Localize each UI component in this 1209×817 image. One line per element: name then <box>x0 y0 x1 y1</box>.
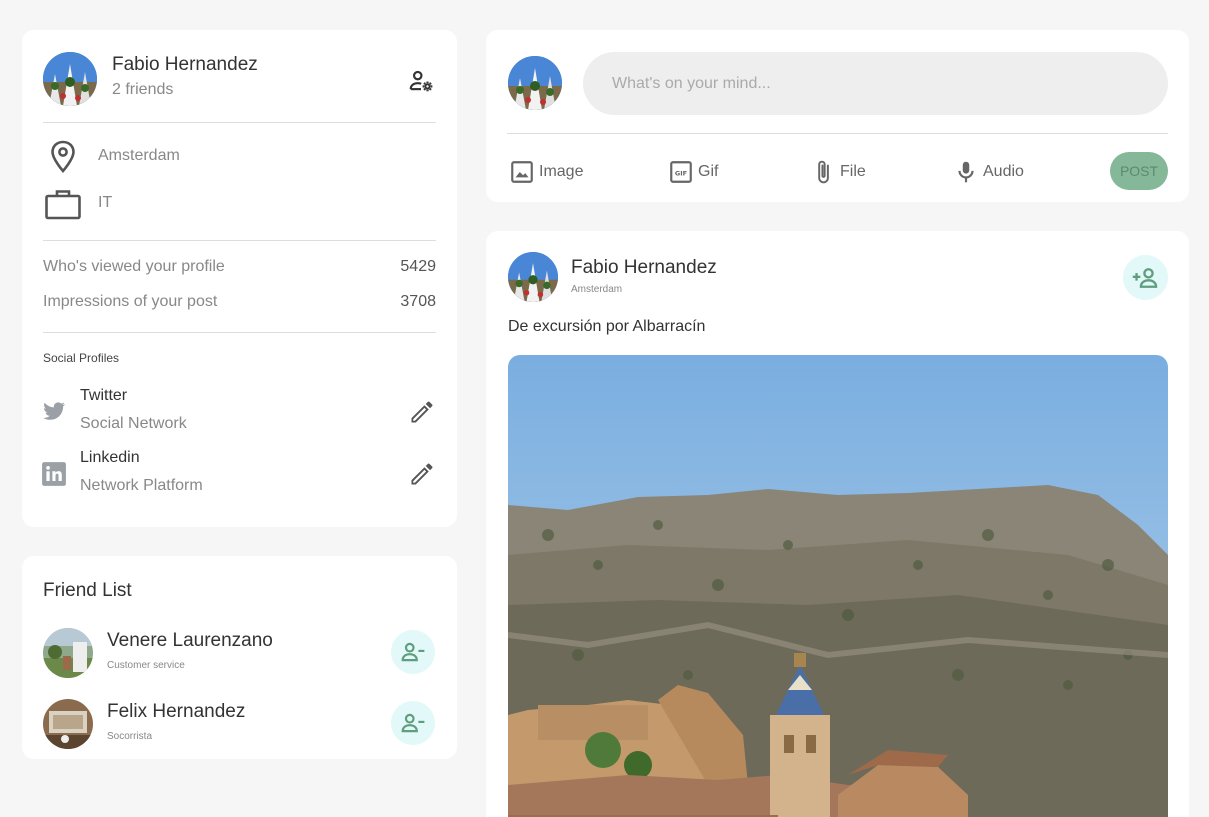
post-author[interactable]: Fabio Hernandez <box>571 257 717 279</box>
profile-views-value: 5429 <box>400 258 436 275</box>
post-input[interactable] <box>583 52 1168 115</box>
post-image[interactable] <box>508 355 1168 817</box>
attach-file-button[interactable]: File <box>810 158 866 186</box>
attach-gif-button[interactable]: GIF Gif <box>668 158 718 186</box>
person-remove-icon <box>401 642 425 662</box>
post-impressions-value: 3708 <box>400 293 436 310</box>
attach-audio-label: Audio <box>983 163 1024 180</box>
edit-pencil-icon[interactable] <box>408 398 436 426</box>
manage-account-icon[interactable] <box>408 68 434 94</box>
friend-list-card: Friend List Venere Laurenzano Customer s… <box>22 556 457 759</box>
linkedin-icon <box>42 462 66 486</box>
twitter-icon <box>43 402 66 420</box>
social-linkedin-name[interactable]: Linkedin <box>80 449 140 467</box>
divider <box>43 240 436 241</box>
remove-friend-button[interactable] <box>391 701 435 745</box>
microphone-icon <box>958 161 974 183</box>
divider <box>507 133 1168 134</box>
social-twitter-type: Social Network <box>80 415 187 432</box>
post-card: Fabio Hernandez Amsterdam De excursión p… <box>486 231 1189 817</box>
add-friend-button[interactable] <box>1123 255 1168 300</box>
friend-role: Socorrista <box>107 731 153 742</box>
occupation-text: IT <box>98 194 113 211</box>
edit-pencil-icon[interactable] <box>408 460 436 488</box>
person-remove-icon <box>401 713 425 733</box>
location-pin-icon <box>51 140 75 173</box>
gif-icon: GIF <box>670 161 692 183</box>
friends-count: 2 friends <box>112 81 174 98</box>
remove-friend-button[interactable] <box>391 630 435 674</box>
post-location: Amsterdam <box>571 284 623 295</box>
profile-name[interactable]: Fabio Hernandez <box>112 54 258 76</box>
avatar[interactable] <box>508 56 562 110</box>
friend-avatar[interactable] <box>43 628 93 678</box>
friend-list-title: Friend List <box>43 580 132 601</box>
post-impressions-label: Impressions of your post <box>43 293 218 310</box>
person-add-icon <box>1132 268 1158 288</box>
avatar[interactable] <box>508 252 558 302</box>
paperclip-icon <box>818 160 829 184</box>
divider <box>43 122 436 123</box>
avatar[interactable] <box>43 52 97 106</box>
profile-card: Fabio Hernandez 2 friends Amsterdam IT W… <box>22 30 457 527</box>
attach-file-label: File <box>840 163 866 180</box>
image-icon <box>511 161 533 183</box>
location-text: Amsterdam <box>98 147 180 164</box>
social-twitter-name[interactable]: Twitter <box>80 387 127 405</box>
attach-image-button[interactable]: Image <box>509 158 583 186</box>
profile-views-label: Who's viewed your profile <box>43 258 225 275</box>
attach-audio-button[interactable]: Audio <box>953 158 1024 186</box>
social-profiles-title: Social Profiles <box>43 351 120 365</box>
friend-role: Customer service <box>107 660 185 671</box>
attach-image-label: Image <box>539 163 584 180</box>
divider <box>43 332 436 333</box>
post-caption: De excursión por Albarracín <box>508 318 706 335</box>
social-linkedin-type: Network Platform <box>80 477 203 494</box>
friend-name[interactable]: Venere Laurenzano <box>107 630 273 652</box>
friend-name[interactable]: Felix Hernandez <box>107 701 245 723</box>
friend-avatar[interactable] <box>43 699 93 749</box>
svg-text:GIF: GIF <box>675 169 687 177</box>
attach-gif-label: Gif <box>698 163 719 180</box>
briefcase-icon <box>45 190 81 220</box>
post-composer: Image GIF Gif File Audio POST <box>486 30 1189 202</box>
post-button[interactable]: POST <box>1110 152 1168 190</box>
